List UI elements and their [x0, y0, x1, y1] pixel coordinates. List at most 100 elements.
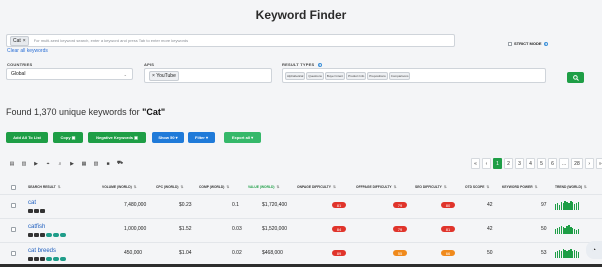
map-pin-icon[interactable]: ⌖ [44, 160, 52, 167]
result-type-chip[interactable]: Alphabetical [285, 71, 306, 80]
search-icon[interactable] [34, 257, 39, 261]
page-button[interactable]: 3 [515, 158, 524, 169]
tag-icon[interactable] [46, 257, 52, 261]
chat-icon[interactable]: ◔ [586, 241, 602, 259]
col-power[interactable]: KEYWORD POWER ⇅ [502, 185, 537, 189]
export-all-button[interactable]: Export all ▾ [224, 132, 261, 143]
page-button[interactable]: 5 [537, 158, 546, 169]
sort-icon[interactable]: ⇅ [134, 185, 137, 189]
country-select[interactable]: Global ⌄ [6, 68, 133, 80]
col-label: SEARCH RESULT [28, 185, 56, 189]
calendar-icon[interactable]: ▧ [92, 160, 100, 167]
video-icon[interactable] [40, 233, 45, 237]
negative-keywords-button[interactable]: Negative Keywords ▣ [88, 132, 146, 143]
last-page-button[interactable]: » [595, 158, 602, 169]
prev-page-button[interactable]: ‹ [482, 158, 491, 169]
sort-icon[interactable]: ⇅ [394, 185, 397, 189]
row-checkbox[interactable] [11, 203, 16, 208]
col-trend[interactable]: TREND (WORLD) ⇅ [555, 185, 587, 189]
copy-button[interactable]: Copy ▣ [53, 132, 83, 143]
youtube-icon[interactable]: ▶ [32, 160, 40, 167]
page-button[interactable]: 4 [526, 158, 535, 169]
sort-icon[interactable]: ⇅ [584, 185, 587, 189]
table-row[interactable]: catfish 1,000,000 $1.52 0.03 $1,520,000 … [0, 218, 602, 242]
show-count-dropdown[interactable]: Show 50 ▾ [152, 132, 184, 143]
keyword-tag[interactable]: Cat × [10, 35, 29, 46]
keyword-link[interactable]: cat [28, 200, 36, 206]
col-seo[interactable]: SEO DIFFICULTY ⇅ [415, 185, 447, 189]
keyword-link[interactable]: cat breeds [28, 248, 56, 254]
play-icon[interactable]: ▶ [68, 160, 76, 167]
strict-mode-label: STRICT MODE [514, 41, 542, 46]
copy-icon[interactable] [28, 233, 33, 237]
table-row[interactable]: cat 7,480,000 $0.23 0.1 $1,720,400 81 79… [0, 194, 602, 218]
info-icon[interactable]: i [317, 63, 322, 67]
result-type-chip[interactable]: Buyer Intent [324, 71, 346, 80]
add-all-button[interactable]: Add All To List [6, 132, 48, 143]
api-chip[interactable]: × YouTube [149, 70, 179, 81]
result-type-chip[interactable]: Questions [306, 71, 324, 80]
sort-icon[interactable]: ⇅ [333, 185, 336, 189]
sort-icon[interactable]: ⇅ [486, 185, 489, 189]
page-button[interactable]: ... [559, 158, 570, 169]
col-otd[interactable]: OTD SCOPE ⇅ [465, 185, 489, 189]
tag-icon[interactable] [46, 233, 52, 237]
video-icon[interactable] [40, 257, 45, 261]
sort-icon[interactable]: ⇅ [226, 185, 229, 189]
video-icon[interactable]: ■ [104, 160, 112, 167]
col-search-result[interactable]: SEARCH RESULT ⇅ [28, 185, 61, 189]
api-select[interactable]: × YouTube [144, 68, 272, 83]
sort-icon[interactable]: ⇅ [58, 185, 61, 189]
col-cpc[interactable]: CPC (WORLD) ⇅ [156, 185, 183, 189]
first-page-button[interactable]: « [471, 158, 480, 169]
tag-icon[interactable] [53, 257, 59, 261]
page-button[interactable]: 6 [548, 158, 557, 169]
grid-icon[interactable]: ▦ [80, 160, 88, 167]
filter-button[interactable]: Filter ▾ [188, 132, 215, 143]
tag-icon[interactable] [53, 233, 59, 237]
sort-icon[interactable]: ⇅ [535, 185, 538, 189]
document-icon[interactable]: ▤ [8, 160, 16, 167]
search-icon[interactable] [34, 209, 39, 213]
keyword-link[interactable]: catfish [28, 224, 45, 230]
next-page-button[interactable]: › [584, 158, 594, 169]
search-icon[interactable]: ⌕ [56, 160, 64, 167]
clear-keywords-link[interactable]: Clear all keywords [7, 48, 48, 54]
page-button[interactable]: 1 [493, 158, 502, 169]
search-button[interactable] [567, 72, 584, 83]
video-icon[interactable] [40, 209, 45, 213]
cart-icon[interactable]: ⛟ [116, 160, 124, 167]
close-icon[interactable]: × [23, 38, 26, 44]
col-value[interactable]: VALUE (WORLD) ⇅ [248, 185, 279, 189]
chart-icon[interactable]: ▥ [20, 160, 28, 167]
row-checkbox[interactable] [11, 251, 16, 256]
copy-icon[interactable] [28, 209, 33, 213]
result-types-select[interactable]: Alphabetical Questions Buyer Intent Product… [282, 68, 546, 83]
strict-mode-toggle[interactable]: STRICT MODE i [508, 41, 548, 46]
page-button[interactable]: 28 [571, 158, 583, 169]
result-type-chip[interactable]: Product Info [346, 71, 367, 80]
result-type-chip[interactable]: Comparisons [388, 71, 411, 80]
col-volume[interactable]: VOLUME (WORLD) ⇅ [102, 185, 136, 189]
chevron-down-icon: ▾ [251, 135, 254, 140]
col-comp[interactable]: COMP (WORLD) ⇅ [199, 185, 229, 189]
select-all-checkbox[interactable] [11, 185, 16, 190]
trend-bar [577, 202, 580, 210]
col-onpage[interactable]: ONPAGE DIFFICULTY ⇅ [297, 185, 336, 189]
table-row[interactable]: cat breeds 450,000 $1.04 0.02 $468,000 8… [0, 242, 602, 266]
col-offpage[interactable]: OFFPAGE DIFFICULTY ⇅ [356, 185, 396, 189]
tag-icon[interactable] [60, 233, 66, 237]
sort-icon[interactable]: ⇅ [444, 185, 447, 189]
page-button[interactable]: 2 [504, 158, 513, 169]
strict-mode-checkbox[interactable] [508, 41, 512, 46]
sort-icon[interactable]: ⇅ [277, 185, 280, 189]
sort-icon[interactable]: ⇅ [181, 185, 184, 189]
tag-icon[interactable] [60, 257, 66, 261]
row-checkbox[interactable] [11, 227, 16, 232]
info-icon[interactable]: i [543, 41, 548, 46]
result-type-chip[interactable]: Prepositions [367, 71, 388, 80]
search-icon[interactable] [34, 233, 39, 237]
keyword-search-input[interactable]: Cat × For multi-seed keyword search, ent… [6, 34, 455, 47]
copy-icon[interactable] [28, 257, 33, 261]
results-keyword: "Cat" [142, 107, 166, 117]
